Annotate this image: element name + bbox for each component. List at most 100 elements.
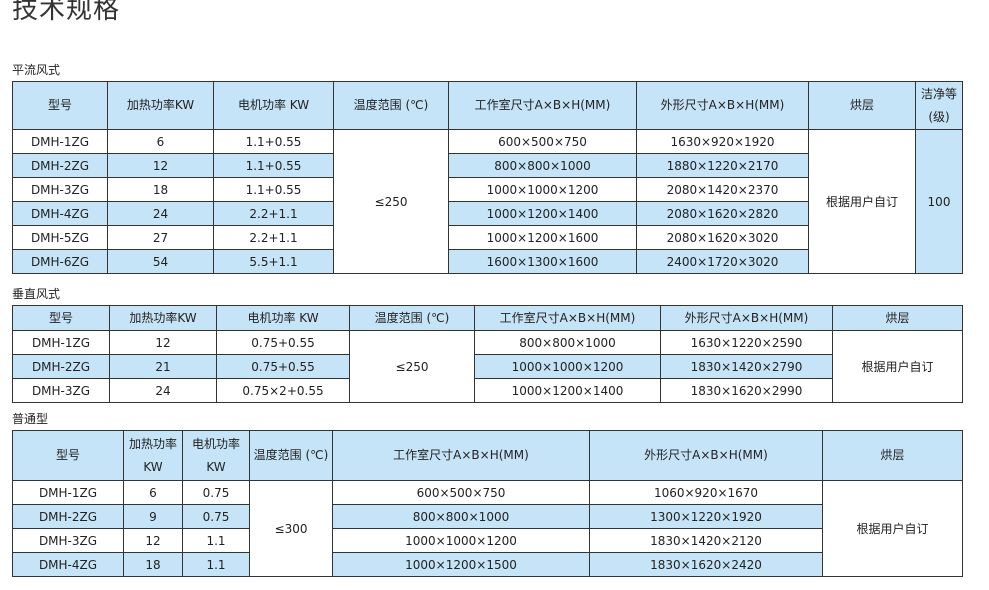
header-heating-power: 加热功率KW (107, 81, 214, 130)
spec-table-standard: 型号 加热功率KW 电机功率KW 温度范围 (℃) 工作室尺寸A×B×H(MM)… (12, 430, 963, 577)
table-row: DMH-1ZG 6 0.75 ≤300 600×500×750 1060×920… (12, 480, 963, 577)
cell-chamber-size: 600×500×750 (448, 129, 637, 154)
cell-chamber-size: 1000×1000×1200 (448, 177, 637, 202)
cell-model: DMH-2ZG (12, 153, 108, 178)
cell-chamber-size: 1000×1000×1200 (332, 528, 590, 553)
cell-chamber-size: 1000×1200×1400 (474, 378, 661, 403)
cell-model: DMH-4ZG (12, 552, 124, 577)
cell-outer-size: 1830×1420×2120 (589, 528, 823, 553)
header-layers: 烘层 (832, 305, 963, 331)
cell-cleanliness: 100 (915, 129, 963, 274)
cell-outer-size: 1830×1420×2790 (660, 354, 833, 379)
cell-layers: 根据用户自订 (808, 129, 916, 274)
cell-temp-range: ≤250 (333, 129, 449, 274)
header-motor-power: 电机功率KW (182, 430, 250, 481)
cell-heating-power: 21 (109, 354, 217, 379)
cell-chamber-size: 800×800×1000 (448, 153, 637, 178)
cell-heating-power: 27 (107, 225, 214, 250)
cell-outer-size: 1880×1220×2170 (636, 153, 809, 178)
cell-model: DMH-2ZG (12, 354, 110, 379)
table-row: DMH-4ZG 18 1.1 1000×1200×1500 1830×1620×… (12, 552, 963, 577)
cell-layers: 根据用户自订 (832, 330, 963, 403)
cell-motor-power: 1.1 (182, 528, 250, 553)
cell-outer-size: 1300×1220×1920 (589, 504, 823, 529)
cell-outer-size: 1630×920×1920 (636, 129, 809, 154)
cell-heating-power: 12 (109, 330, 217, 355)
cell-heating-power: 24 (109, 378, 217, 403)
cell-chamber-size: 800×800×1000 (332, 504, 590, 529)
header-temp-range: 温度范围 (℃) (333, 81, 449, 130)
section-label-standard: 普通型 (12, 412, 49, 426)
cell-motor-power: 1.1+0.55 (213, 177, 334, 202)
section-label-horizontal-flow: 平流风式 (12, 63, 61, 77)
table-row: DMH-3ZG 12 1.1 1000×1000×1200 1830×1420×… (12, 528, 963, 553)
cell-chamber-size: 1000×1200×1500 (332, 552, 590, 577)
header-model: 型号 (12, 430, 124, 481)
header-heating-power: 加热功率KW (109, 305, 217, 331)
cell-motor-power: 0.75 (182, 480, 250, 505)
cell-outer-size: 1830×1620×2990 (660, 378, 833, 403)
header-chamber-size: 工作室尺寸A×B×H(MM) (474, 305, 661, 331)
spec-table-horizontal-flow: 型号 加热功率KW 电机功率 KW 温度范围 (℃) 工作室尺寸A×B×H(MM… (12, 81, 963, 274)
cell-chamber-size: 1600×1300×1600 (448, 249, 637, 274)
table-row: DMH-2ZG 9 0.75 800×800×1000 1300×1220×19… (12, 504, 963, 529)
cell-heating-power: 18 (123, 552, 183, 577)
header-model: 型号 (12, 305, 110, 331)
cell-model: DMH-3ZG (12, 528, 124, 553)
cell-motor-power: 2.2+1.1 (213, 225, 334, 250)
cell-model: DMH-3ZG (12, 378, 110, 403)
section-label-vertical-flow: 垂直风式 (12, 287, 61, 301)
cell-outer-size: 2400×1720×3020 (636, 249, 809, 274)
cell-temp-range: ≤300 (249, 480, 333, 577)
table-row: DMH-1ZG 12 0.75+0.55 ≤250 800×800×1000 1… (12, 330, 963, 403)
cell-outer-size: 2080×1620×3020 (636, 225, 809, 250)
header-chamber-size: 工作室尺寸A×B×H(MM) (332, 430, 590, 481)
header-chamber-size: 工作室尺寸A×B×H(MM) (448, 81, 637, 130)
cell-layers: 根据用户自订 (822, 480, 963, 577)
header-motor-power: 电机功率 KW (216, 305, 350, 331)
cell-temp-range: ≤250 (349, 330, 475, 403)
cell-chamber-size: 1000×1200×1600 (448, 225, 637, 250)
cell-motor-power: 0.75×2+0.55 (216, 378, 350, 403)
cell-model: DMH-1ZG (12, 129, 108, 154)
header-model: 型号 (12, 81, 108, 130)
table-row: DMH-1ZG 6 1.1+0.55 ≤250 600×500×750 1630… (12, 129, 963, 274)
cell-motor-power: 1.1+0.55 (213, 129, 334, 154)
cell-heating-power: 24 (107, 201, 214, 226)
cell-model: DMH-3ZG (12, 177, 108, 202)
cell-model: DMH-1ZG (12, 480, 124, 505)
cell-chamber-size: 1000×1000×1200 (474, 354, 661, 379)
header-cleanliness: 洁净等(级) (915, 81, 963, 130)
header-outer-size: 外形尺寸A×B×H(MM) (660, 305, 833, 331)
header-motor-power: 电机功率 KW (213, 81, 334, 130)
cell-outer-size: 2080×1420×2370 (636, 177, 809, 202)
cell-motor-power: 2.2+1.1 (213, 201, 334, 226)
cell-model: DMH-4ZG (12, 201, 108, 226)
cell-outer-size: 1630×1220×2590 (660, 330, 833, 355)
header-temp-range: 温度范围 (℃) (349, 305, 475, 331)
cell-motor-power: 0.75 (182, 504, 250, 529)
cell-model: DMH-1ZG (12, 330, 110, 355)
cell-heating-power: 12 (123, 528, 183, 553)
cell-motor-power: 0.75+0.55 (216, 330, 350, 355)
header-layers: 烘层 (822, 430, 963, 481)
cell-motor-power: 0.75+0.55 (216, 354, 350, 379)
header-heating-power: 加热功率KW (123, 430, 183, 481)
cell-motor-power: 1.1+0.55 (213, 153, 334, 178)
cell-model: DMH-2ZG (12, 504, 124, 529)
header-temp-range: 温度范围 (℃) (249, 430, 333, 481)
cell-heating-power: 18 (107, 177, 214, 202)
cell-heating-power: 6 (107, 129, 214, 154)
cell-model: DMH-6ZG (12, 249, 108, 274)
header-outer-size: 外形尺寸A×B×H(MM) (636, 81, 809, 130)
cell-heating-power: 12 (107, 153, 214, 178)
cell-outer-size: 1830×1620×2420 (589, 552, 823, 577)
cell-outer-size: 1060×920×1670 (589, 480, 823, 505)
table-row: DMH-2ZG 21 0.75+0.55 1000×1000×1200 1830… (12, 354, 963, 379)
cell-model: DMH-5ZG (12, 225, 108, 250)
cell-chamber-size: 600×500×750 (332, 480, 590, 505)
cell-motor-power: 1.1 (182, 552, 250, 577)
cell-heating-power: 6 (123, 480, 183, 505)
cell-chamber-size: 1000×1200×1400 (448, 201, 637, 226)
header-layers: 烘层 (808, 81, 916, 130)
